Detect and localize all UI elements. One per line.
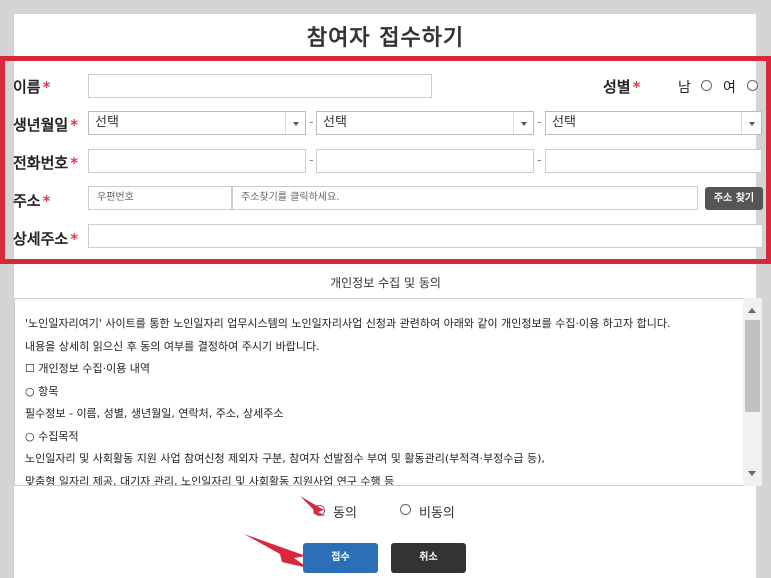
- cancel-button[interactable]: 취소: [391, 543, 466, 573]
- scroll-thumb[interactable]: [745, 320, 760, 412]
- terms-line: 맞춤형 일자리 제공, 대기자 관리, 노인일자리 및 사회활동 지원사업 연구…: [25, 474, 395, 486]
- terms-line: ☐ 개인정보 수집·이용 내역: [25, 362, 151, 375]
- terms-scrollbar[interactable]: [743, 298, 762, 486]
- terms-line: 내용을 상세히 읽으신 후 동의 여부를 결정하여 주시기 바랍니다.: [25, 339, 320, 353]
- scroll-up-icon[interactable]: [748, 308, 756, 313]
- disagree-label: 비동의: [419, 506, 455, 521]
- terms-line: 필수정보 - 이름, 성별, 생년월일, 연락처, 주소, 상세주소: [25, 407, 284, 420]
- disagree-radio[interactable]: [400, 504, 411, 515]
- terms-line: ○ 항목: [25, 384, 59, 398]
- terms-line: ○ 수집목적: [25, 429, 79, 443]
- terms-line: '노인일자리여기' 사이트를 통한 노인일자리 업무시스템의 노인일자리사업 신…: [25, 317, 671, 330]
- scroll-down-icon[interactable]: [748, 471, 756, 476]
- privacy-terms-box[interactable]: '노인일자리여기' 사이트를 통한 노인일자리 업무시스템의 노인일자리사업 신…: [14, 298, 762, 486]
- privacy-terms-text: '노인일자리여기' 사이트를 통한 노인일자리 업무시스템의 노인일자리사업 신…: [25, 313, 671, 486]
- page-title: 참여자 접수하기: [306, 26, 465, 51]
- agree-label: 동의: [333, 506, 357, 521]
- pointer-arrow-icon: [244, 534, 308, 568]
- pointer-arrow-icon: [300, 496, 326, 516]
- terms-line: 노인일자리 및 사회활동 지원 사업 참여신청 제외자 구분, 참여자 선발점수…: [25, 452, 545, 465]
- submit-button[interactable]: 접수: [303, 543, 378, 573]
- privacy-title: 개인정보 수집 및 동의: [330, 276, 441, 290]
- highlight-box: [0, 56, 771, 264]
